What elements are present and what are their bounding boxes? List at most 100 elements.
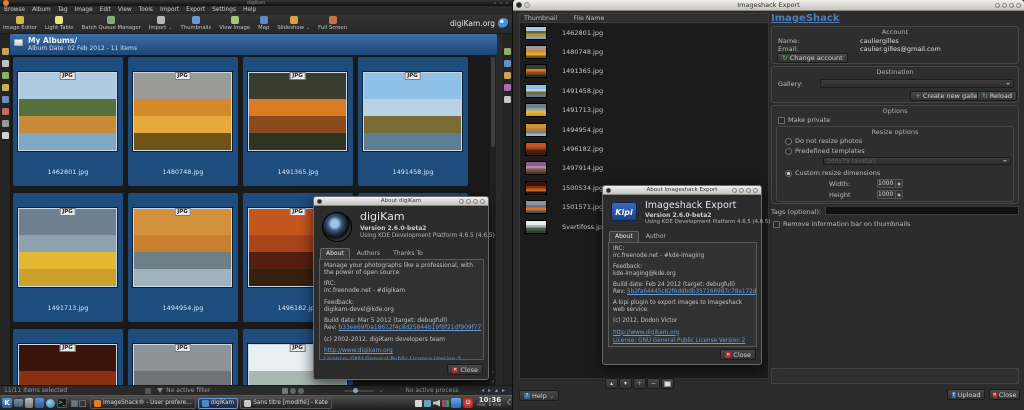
width-spinner[interactable]: 1000: [877, 179, 903, 188]
photo-thumbnail[interactable]: JPG 1491458.jpg: [358, 57, 468, 186]
zoom-in-icon[interactable]: [298, 388, 304, 394]
fit-window-icon[interactable]: [282, 388, 288, 394]
sidebar-tab-icon[interactable]: [504, 96, 511, 103]
spinner-arrows-icon[interactable]: [895, 180, 902, 187]
scrollbar-thumb[interactable]: [491, 57, 495, 147]
make-private-checkbox[interactable]: [778, 117, 785, 124]
custom-resize-radio[interactable]: [785, 170, 792, 177]
menu-item[interactable]: Export: [186, 7, 205, 13]
license-link[interactable]: License: GNU General Public License Vers…: [613, 338, 745, 344]
export-titlebar[interactable]: Imageshack Export: [513, 0, 1024, 11]
menu-item[interactable]: Tools: [139, 7, 153, 13]
template-select[interactable]: 100x75 (avatar): [823, 157, 1011, 165]
menu-item[interactable]: View: [118, 7, 132, 13]
clipboard-icon[interactable]: [415, 400, 422, 407]
toolbar-button[interactable]: Light Table: [45, 16, 74, 31]
menu-item[interactable]: Tag: [58, 7, 68, 13]
column-filename[interactable]: File Name: [573, 15, 604, 22]
dialog-tab[interactable]: About: [320, 248, 350, 259]
revision-link[interactable]: 5b2fa64445c82f6ddbdb357166987c78a172da8: [627, 289, 757, 295]
filter-icon[interactable]: [157, 388, 163, 393]
menu-item[interactable]: Image: [75, 7, 93, 13]
menu-item[interactable]: Import: [160, 7, 179, 13]
network-icon[interactable]: [424, 400, 431, 407]
file-list-row[interactable]: 1491458.jpg: [520, 81, 768, 100]
dolphin-icon[interactable]: [35, 398, 44, 408]
scroll-down-icon[interactable]: ⌄: [490, 378, 496, 384]
show-desktop-icon[interactable]: [14, 399, 23, 407]
zoom-combo-caret[interactable]: ⌄: [378, 387, 383, 394]
dialog-tab[interactable]: Author: [640, 231, 672, 242]
bluedevil-icon[interactable]: [451, 398, 461, 408]
photo-thumbnail[interactable]: JPG 1480748.jpg: [128, 57, 238, 186]
toolbar-button[interactable]: Import ⌄: [149, 16, 173, 31]
upload-button[interactable]: ↑ Upload: [947, 389, 985, 400]
dialog-close-button[interactable]: ✕ Close: [720, 349, 756, 360]
no-resize-row[interactable]: Do not resize photos: [785, 137, 862, 145]
file-list-row[interactable]: 1497914.jpg: [520, 159, 768, 178]
dialog-tab[interactable]: Authors: [351, 248, 386, 259]
no-resize-radio[interactable]: [785, 138, 792, 145]
photo-thumbnail[interactable]: JPG 1491365.jpg: [243, 57, 353, 186]
photo-thumbnail[interactable]: JPG 1462801.jpg: [13, 57, 123, 186]
task-button[interactable]: ImageShack® - User prefere...: [90, 398, 196, 409]
sidebar-tab-icon[interactable]: [2, 120, 9, 127]
file-list-row[interactable]: 1462801.jpg: [520, 23, 768, 42]
dialog-titlebar[interactable]: About digiKam: [314, 197, 488, 206]
clock-widget[interactable]: 10:36 mar. 6 mar.: [477, 397, 503, 409]
change-account-button[interactable]: ↻ Change account: [777, 53, 848, 63]
sidebar-tab-icon[interactable]: [2, 84, 9, 91]
toolbar-button[interactable]: Map: [258, 16, 269, 31]
file-list-row[interactable]: 1491365.jpg: [520, 62, 768, 81]
sidebar-tab-icon[interactable]: [2, 132, 9, 139]
toolbar-button[interactable]: Slideshow ⌄: [277, 16, 310, 31]
tags-input[interactable]: [825, 206, 1019, 215]
dialog-titlebar[interactable]: About Imageshack Export: [603, 186, 761, 195]
sidebar-tab-icon[interactable]: [2, 48, 9, 55]
move-up-button[interactable]: ▴: [605, 378, 618, 389]
predefined-row[interactable]: Predefined templates: [785, 147, 865, 155]
reload-button[interactable]: ↻ Reload: [977, 91, 1017, 101]
web-browser-icon[interactable]: [46, 399, 55, 408]
gallery-select[interactable]: [820, 79, 1014, 88]
close-button[interactable]: ✕ Close: [989, 389, 1020, 400]
toolbar-button[interactable]: Image Editor: [3, 16, 37, 31]
menu-item[interactable]: Help: [243, 7, 256, 13]
desktop-pager[interactable]: [71, 400, 86, 407]
toolbar-button[interactable]: Full Screen: [318, 16, 347, 31]
revision-link[interactable]: b33ee69f0a18612f4c8d25844b19f8f21df909f7…: [338, 325, 481, 331]
preview-button[interactable]: [661, 378, 674, 389]
zoom-out-icon[interactable]: [290, 388, 296, 394]
sidebar-tab-icon[interactable]: [2, 108, 9, 115]
dialog-tab[interactable]: About: [609, 231, 639, 242]
photo-thumbnail[interactable]: JPG 1500534.jpg: [13, 329, 123, 385]
imageshack-header[interactable]: ImageShack: [771, 13, 839, 24]
color-manager-icon[interactable]: [442, 400, 449, 407]
predefined-radio[interactable]: [785, 148, 792, 155]
terminal-icon[interactable]: >_: [57, 398, 67, 408]
sidebar-tab-icon[interactable]: [504, 48, 511, 55]
power-icon[interactable]: ⏻: [463, 398, 473, 408]
toolbar-button[interactable]: View Image: [219, 16, 250, 31]
pager-desktop-1[interactable]: [71, 400, 78, 407]
toolbar-button[interactable]: Thumbnails: [181, 16, 212, 31]
sidebar-tab-icon[interactable]: [2, 60, 9, 67]
task-button[interactable]: digiKam: [198, 398, 238, 409]
menu-item[interactable]: Album: [32, 7, 51, 13]
spinner-arrows-icon[interactable]: [895, 191, 902, 198]
file-list-row[interactable]: 1496182.jpg: [520, 139, 768, 158]
nav-arrows-icon[interactable]: ◂ ▸ ▴ ▸: [481, 387, 506, 394]
dialog-close-button[interactable]: ✕ Close: [447, 364, 483, 375]
photo-thumbnail[interactable]: JPG 1501571.jpg: [128, 329, 238, 385]
help-button[interactable]: ? Help ⌄: [519, 390, 559, 401]
file-list-row[interactable]: 1491713.jpg: [520, 101, 768, 120]
menu-item[interactable]: Edit: [100, 7, 111, 13]
height-spinner[interactable]: 1000: [877, 190, 903, 199]
sidebar-tab-icon[interactable]: [504, 84, 511, 91]
dialog-tab[interactable]: Thanks To: [387, 248, 429, 259]
file-manager-icon[interactable]: [25, 398, 33, 408]
pager-desktop-2[interactable]: [79, 400, 86, 407]
digikam-titlebar[interactable]: digiKam: [0, 0, 512, 6]
task-button[interactable]: Sans titre [modifié] - Kate: [240, 398, 332, 409]
homepage-link[interactable]: http://www.digikam.org: [613, 330, 679, 336]
